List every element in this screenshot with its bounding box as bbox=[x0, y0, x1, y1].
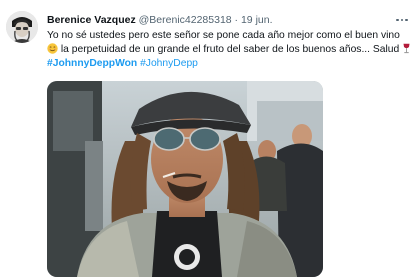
author-display-name[interactable]: Berenice Vazquez bbox=[47, 14, 136, 26]
tweet-text-line-3-start: años... Salud bbox=[339, 44, 400, 55]
author-handle[interactable]: @Berenic42285318 bbox=[139, 14, 232, 26]
tweet-header: Berenice Vazquez @Berenic42285318 · 19 j… bbox=[47, 12, 412, 28]
tweet-text-line-2-start: vino bbox=[380, 30, 400, 41]
header-separator: · bbox=[234, 14, 239, 26]
tweet-photo[interactable] bbox=[47, 81, 323, 277]
hashtag-johnnydeppwon-link[interactable]: #JohnnyDeppWon bbox=[47, 58, 137, 69]
tweet-card[interactable]: Berenice Vazquez @Berenic42285318 · 19 j… bbox=[0, 0, 420, 280]
hashtag-johnydepp-link[interactable]: #JohnyDepp bbox=[140, 58, 198, 69]
wine-glass-emoji-icon bbox=[402, 43, 411, 54]
tweet-text-line-1: Yo no sé ustedes pero este señor se pone… bbox=[47, 30, 379, 41]
tweet-text-line-2-rest: la perpetuidad de un grande el fruto del… bbox=[60, 44, 337, 55]
tweet-date[interactable]: 19 jun. bbox=[241, 14, 273, 26]
tweet-text: Yo no sé ustedes pero este señor se pone… bbox=[47, 29, 412, 71]
smiling-face-emoji-icon bbox=[47, 43, 58, 54]
avatar[interactable] bbox=[6, 11, 38, 43]
more-options-icon[interactable] bbox=[392, 12, 412, 28]
